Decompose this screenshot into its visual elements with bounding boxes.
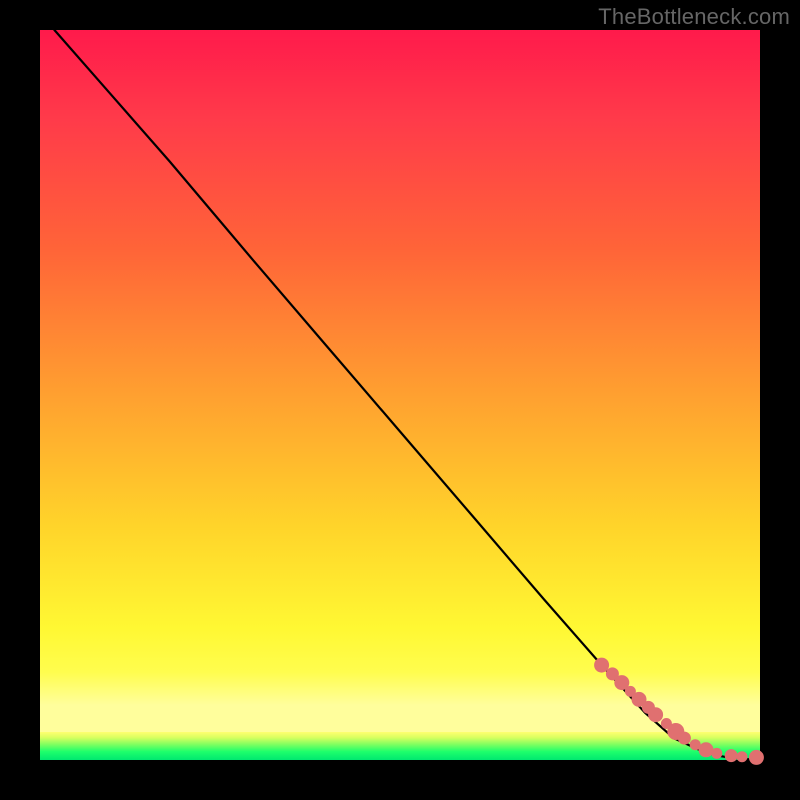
scatter-dot [699,743,713,757]
chart-stage: TheBottleneck.com [0,0,800,800]
scatter-dot [595,658,609,672]
scatter-dots [595,658,764,764]
scatter-dot [725,750,737,762]
watermark-text: TheBottleneck.com [598,4,790,30]
chart-svg [40,30,760,760]
scatter-dot [737,752,747,762]
bottleneck-curve [54,30,760,760]
scatter-dot [678,732,690,744]
scatter-dot [712,748,722,758]
plot-area [40,30,760,760]
scatter-dot [649,708,663,722]
scatter-dot [749,750,763,764]
